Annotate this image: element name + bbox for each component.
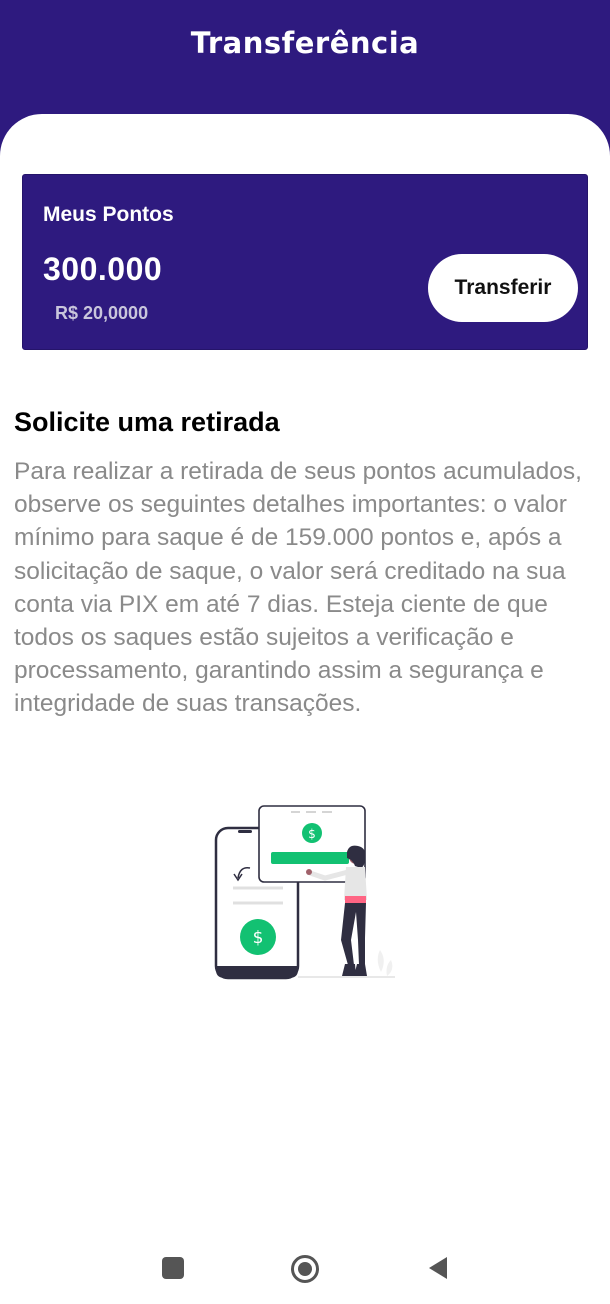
points-value: 300.000 (43, 251, 163, 287)
page-title: Transferência (190, 26, 420, 60)
transfer-button[interactable]: Transferir (428, 254, 578, 322)
svg-text:$: $ (308, 827, 316, 841)
money-transfer-illustration: $ $ (205, 800, 405, 985)
points-card: Meus Pontos 300.000 R$ 20,0000 Transferi… (22, 174, 588, 350)
system-nav-bar (0, 1230, 610, 1304)
dollar-sign: $ (253, 928, 264, 948)
recents-square-icon[interactable] (159, 1254, 187, 1282)
withdraw-description: Para realizar a retirada de seus pontos … (14, 458, 582, 718)
withdraw-title: Solicite uma retirada (14, 407, 280, 437)
points-label: Meus Pontos (43, 203, 174, 226)
points-money-value: R$ 20,0000 (55, 303, 149, 323)
back-triangle-icon[interactable] (425, 1254, 453, 1282)
home-circle-icon[interactable] (290, 1254, 319, 1283)
